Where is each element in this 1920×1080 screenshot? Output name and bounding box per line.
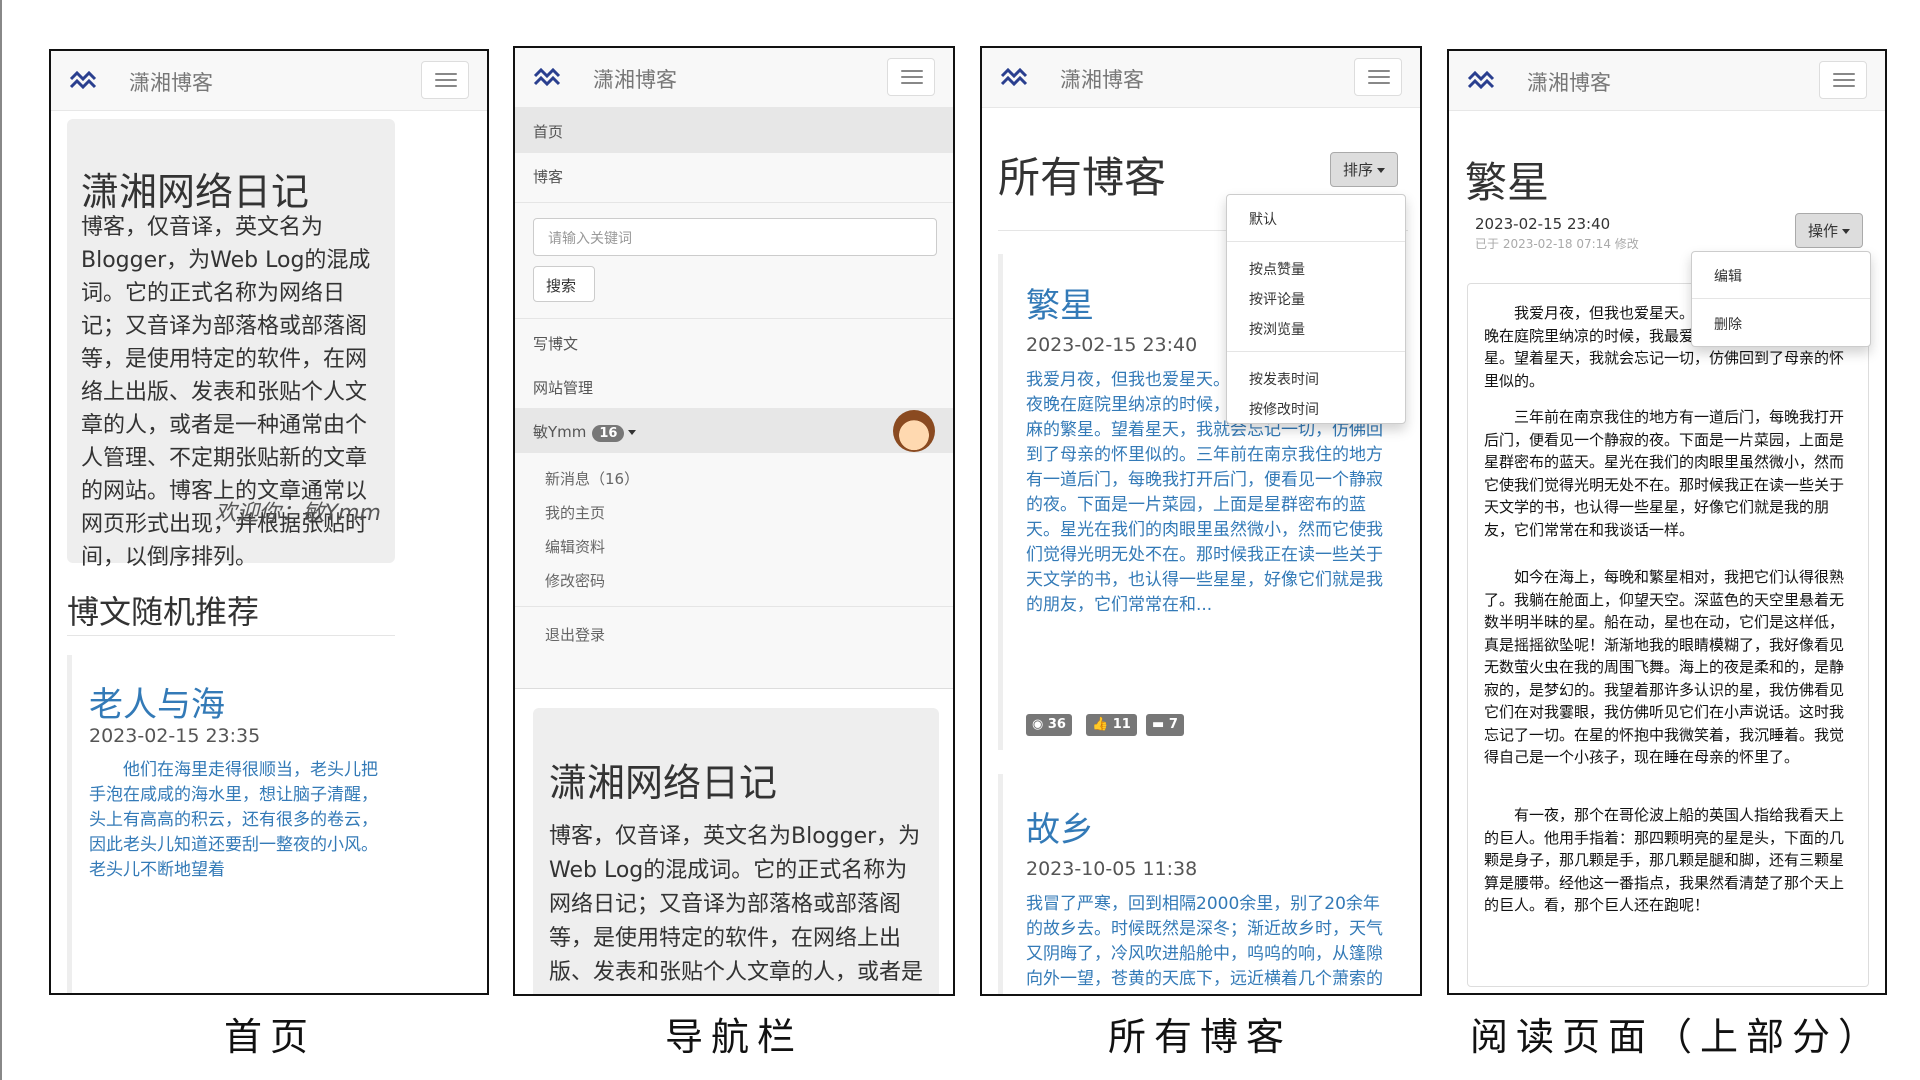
post-accent-bar: [67, 655, 72, 993]
sub-item-change-password[interactable]: 修改密码: [545, 570, 605, 591]
action-delete[interactable]: 删除: [1714, 314, 1742, 334]
sort-option-default[interactable]: 默认: [1249, 209, 1277, 229]
brand-name[interactable]: 潇湘博客: [593, 64, 677, 94]
navbar: 潇湘博客: [51, 51, 487, 111]
page-title: 所有博客: [998, 153, 1167, 202]
navbar: 潇湘博客: [1449, 51, 1885, 111]
article-paragraph: 三年前在南京我住的地方有一道后门，每晚我打开后门，便看见一个静寂的夜。下面是一片…: [1484, 408, 1845, 539]
sort-dropdown-menu: 默认 按点赞量 按评论量 按浏览量 按发表时间 按修改时间: [1226, 194, 1406, 424]
sort-option-views[interactable]: 按浏览量: [1249, 319, 1305, 339]
nav-item-admin[interactable]: 网站管理: [515, 364, 953, 409]
caret-down-icon: [1377, 168, 1386, 173]
post-date: 2023-10-05 11:38: [1026, 858, 1198, 880]
divider: [1227, 351, 1405, 352]
logo-icon[interactable]: [1467, 69, 1495, 91]
search-button[interactable]: 搜索: [533, 266, 595, 302]
views-count: 36: [1047, 717, 1066, 732]
nav-menu: 首页 博客 请输入关键词 搜索 写博文 网站管理 敏Ymm 16 新消息（16） …: [515, 108, 953, 688]
sort-option-likes[interactable]: 按点赞量: [1249, 259, 1305, 279]
sub-item-messages[interactable]: 新消息（16）: [545, 468, 639, 489]
action-dropdown-menu: 编辑 删除: [1691, 251, 1871, 347]
post-accent-bar: [998, 774, 1003, 994]
views-badge: ◉ 36: [1026, 714, 1072, 736]
action-button-label: 操作: [1808, 222, 1839, 240]
post-date: 2023-02-15 23:35: [89, 725, 261, 747]
user-avatar[interactable]: [893, 410, 935, 452]
navbar: 潇湘博客: [982, 48, 1420, 108]
article-paragraph: 有一夜，那个在哥伦波上船的英国人指给我看天上的巨人。他用手指着：那四颗明亮的星是…: [1484, 806, 1845, 914]
phone-all-blogs: 潇湘博客 所有博客 排序 繁星 2023-02-15 23:40 我爱月夜，但我…: [980, 46, 1422, 996]
jumbotron-title: 潇湘网络日记: [549, 761, 778, 805]
menu-toggle-button[interactable]: [887, 58, 935, 96]
sort-button[interactable]: 排序: [1330, 152, 1399, 187]
logo-icon[interactable]: [533, 66, 561, 88]
navbar: 潇湘博客: [515, 48, 953, 108]
section-title: 博文随机推荐: [67, 593, 260, 631]
menu-toggle-button[interactable]: [421, 61, 469, 99]
article-body: 我爱月夜，但我也爱星天。从前在家乡七八月的夜晚在庭院里纳凉的时候，我最爱看天上密…: [1467, 283, 1869, 987]
action-button[interactable]: 操作: [1795, 213, 1864, 248]
sort-button-label: 排序: [1343, 161, 1374, 179]
divider: [515, 202, 953, 203]
divider: [1692, 298, 1870, 299]
comments-count: 7: [1168, 717, 1178, 732]
likes-count: 11: [1112, 717, 1131, 732]
nav-item-home[interactable]: 首页: [515, 108, 953, 153]
logo-icon[interactable]: [1000, 66, 1028, 88]
divider: [1227, 241, 1405, 242]
nav-item-blog[interactable]: 博客: [515, 153, 953, 198]
post-excerpt[interactable]: 他们在海里走得很顺当，老头儿把手泡在咸咸的海水里，想让脑子清醒，头上有高高的积云…: [89, 758, 387, 883]
caption-nav: 导航栏: [664, 1015, 803, 1059]
jumbotron: 潇湘网络日记 博客，仅音译，英文名为Blogger，为Web Log的混成词。它…: [533, 708, 939, 994]
welcome-text: 欢迎你：敏Ymm: [214, 501, 381, 526]
brand-name[interactable]: 潇湘博客: [1060, 64, 1144, 94]
brand-name[interactable]: 潇湘博客: [1527, 67, 1611, 97]
left-divider: [0, 0, 2, 1080]
search-input[interactable]: 请输入关键词: [533, 218, 937, 256]
menu-toggle-button[interactable]: [1354, 58, 1402, 96]
menu-toggle-button[interactable]: [1819, 61, 1867, 99]
caption-read-page: 阅读页面（上部分）: [1470, 1015, 1885, 1059]
article-date: 2023-02-15 23:40: [1475, 215, 1611, 233]
caption-home: 首页: [223, 1015, 316, 1059]
caret-down-icon: [628, 430, 637, 435]
divider: [515, 318, 953, 319]
screenshot-canvas: 潇湘博客 潇湘网络日记 博客，仅音译，英文名为Blogger，为Web Log的…: [0, 0, 1920, 1080]
nav-item-write[interactable]: 写博文: [515, 320, 953, 365]
message-count-badge: 16: [592, 425, 625, 442]
jumbotron: 潇湘网络日记 博客，仅音译，英文名为Blogger，为Web Log的混成词。它…: [67, 119, 395, 570]
article-title: 繁星: [1465, 158, 1550, 207]
phone-home: 潇湘博客 潇湘网络日记 博客，仅音译，英文名为Blogger，为Web Log的…: [49, 49, 489, 995]
sort-option-comments[interactable]: 按评论量: [1249, 289, 1305, 309]
comments-badge: ▬ 7: [1146, 714, 1184, 736]
logout-link[interactable]: 退出登录: [545, 624, 605, 645]
divider: [515, 688, 953, 689]
article-paragraph: 如今在海上，每晚和繁星相对，我把它们认得很熟了。我躺在舱面上，仰望天空。深蓝色的…: [1484, 568, 1845, 766]
phone-read: 潇湘博客 繁星 2023-02-15 23:40 已于 2023-02-18 0…: [1447, 49, 1887, 995]
divider: [515, 606, 953, 607]
divider: [67, 635, 395, 636]
sort-option-modified[interactable]: 按修改时间: [1249, 399, 1319, 419]
post-title-link[interactable]: 故乡: [1026, 802, 1094, 851]
jumbotron-title: 潇湘网络日记: [81, 170, 310, 214]
user-dropdown-toggle[interactable]: 敏Ymm 16: [515, 408, 953, 453]
post-accent-bar: [998, 254, 1003, 750]
caret-down-icon: [1842, 229, 1851, 234]
article-modified: 已于 2023-02-18 07:14 修改: [1475, 237, 1639, 251]
phone-nav: 潇湘博客 首页 博客 请输入关键词 搜索 写博文 网站管理 敏Ymm 16 新消息…: [513, 46, 955, 996]
post-title-link[interactable]: 繁星: [1026, 278, 1094, 327]
brand-name[interactable]: 潇湘博客: [129, 67, 213, 97]
post-date: 2023-02-15 23:40: [1026, 334, 1198, 356]
jumbotron-text: 博客，仅音译，英文名为Blogger，为Web Log的混成词。它的正式名称为网…: [549, 824, 924, 985]
likes-badge: 👍 11: [1086, 714, 1137, 736]
sub-item-edit-profile[interactable]: 编辑资料: [545, 536, 605, 557]
post-excerpt[interactable]: 我冒了严寒，回到相隔2000余里，别了20余年的故乡去。时候既然是深冬；渐近故乡…: [1026, 892, 1386, 994]
logo-icon[interactable]: [69, 69, 97, 91]
sort-option-published[interactable]: 按发表时间: [1249, 369, 1319, 389]
sub-item-homepage[interactable]: 我的主页: [545, 502, 605, 523]
caption-all-blogs: 所有博客: [1107, 1015, 1292, 1059]
post-title-link[interactable]: 老人与海: [89, 677, 225, 726]
action-edit[interactable]: 编辑: [1714, 266, 1742, 286]
user-name: 敏Ymm: [533, 423, 587, 441]
